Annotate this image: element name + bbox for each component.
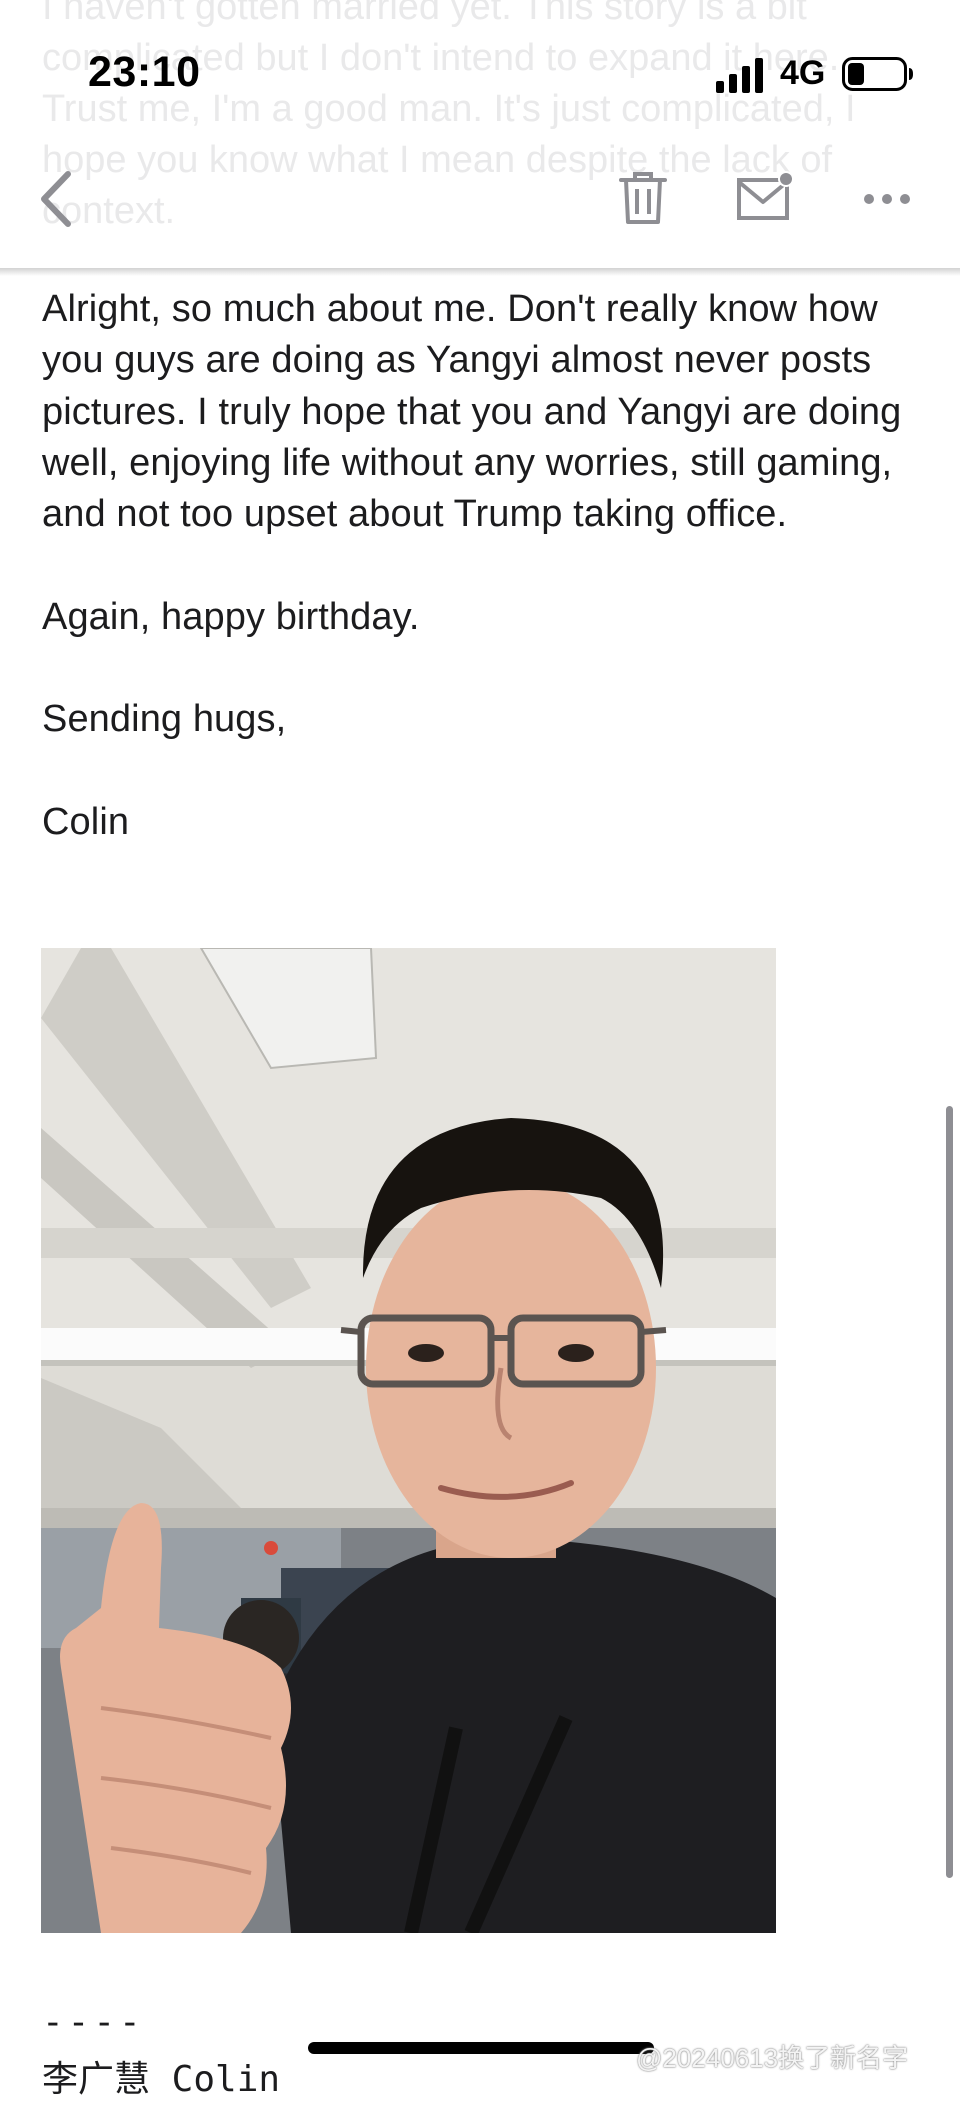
mail-unread-icon [737, 171, 794, 220]
mark-unread-button[interactable] [736, 170, 796, 222]
scroll-indicator [946, 1106, 953, 1878]
back-button[interactable] [36, 168, 76, 230]
chevron-left-icon [41, 171, 71, 227]
toolbar-shadow [0, 268, 960, 276]
delete-button[interactable] [618, 170, 668, 226]
cellular-signal-icon [716, 57, 768, 93]
mail-toolbar [0, 150, 960, 270]
closing-line: Sending hugs, [42, 698, 287, 741]
watermark-text: @20240613换了新名字 [636, 2043, 909, 2073]
status-time: 23:10 [88, 48, 201, 96]
signature-name: 李广慧 Colin [42, 2059, 281, 2100]
home-indicator[interactable] [308, 2042, 654, 2054]
trash-icon [619, 172, 667, 224]
more-button[interactable] [862, 186, 912, 212]
email-body: Alright, so much about me. Don't really … [42, 284, 932, 848]
inline-photo-attachment[interactable] [41, 948, 776, 1933]
signature-separator: ---- [42, 2002, 145, 2043]
battery-icon [842, 56, 914, 92]
status-bar: 23:10 4G [0, 0, 960, 150]
birthday-line: Again, happy birthday. [42, 595, 420, 638]
sender-sign-off: Colin [42, 800, 130, 843]
more-horizontal-icon [864, 194, 910, 204]
body-paragraph: Alright, so much about me. Don't really … [42, 288, 902, 536]
network-type: 4G [780, 54, 826, 92]
